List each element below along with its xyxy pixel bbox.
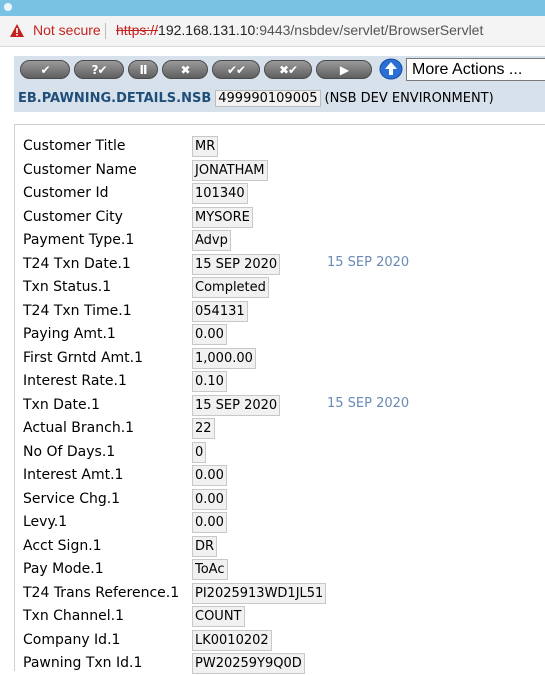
field-value[interactable]: 1,000.00 bbox=[192, 347, 256, 369]
field-label: T24 Txn Date.1 bbox=[23, 255, 131, 272]
field-row-pay-mode: Pay Mode.1 ToAc bbox=[15, 559, 545, 581]
field-row-first-grntd-amt: First Grntd Amt.1 1,000.00 bbox=[15, 347, 545, 370]
field-row-payment-type: Payment Type.1 Advp bbox=[15, 230, 545, 252]
contract-toolbar: ✔ ?✔ II ✖ ✔✔ ✖✔ ▶ More Actions ... EB.PA… bbox=[14, 56, 545, 112]
field-value[interactable]: 0.10 bbox=[192, 371, 227, 392]
field-label: Interest Rate.1 bbox=[23, 373, 127, 389]
field-row-txn-date: Txn Date.1 15 SEP 2020 15 SEP 2020 bbox=[15, 394, 545, 417]
validate-button[interactable]: ?✔ bbox=[74, 60, 124, 79]
authorise-button[interactable]: ✔✔ bbox=[212, 60, 260, 79]
delete-button[interactable]: ✖✔ bbox=[264, 60, 312, 79]
cancel-button[interactable]: ✖ bbox=[162, 60, 208, 79]
next-button[interactable]: ▶ bbox=[316, 60, 372, 79]
field-value[interactable]: 0.00 bbox=[192, 488, 227, 510]
field-row-acct-sign: Acct Sign.1 DR bbox=[15, 535, 545, 558]
field-enrichment: 15 SEP 2020 bbox=[327, 254, 410, 270]
field-label: Customer Id bbox=[23, 185, 109, 201]
field-value[interactable]: MYSORE bbox=[192, 206, 253, 228]
url-path: :9443/nsbdev/servlet/BrowserServlet bbox=[255, 22, 484, 38]
field-label: Interest Amt.1 bbox=[23, 467, 124, 483]
environment-label: (NSB DEV ENVIRONMENT) bbox=[324, 91, 494, 106]
field-value[interactable]: 22 bbox=[192, 418, 215, 439]
field-label: Service Chg.1 bbox=[23, 490, 121, 507]
field-value[interactable]: 0.00 bbox=[192, 465, 227, 486]
field-value[interactable]: JONATHAM bbox=[192, 159, 268, 181]
field-value[interactable]: 101340 bbox=[192, 183, 248, 204]
field-label: T24 Txn Time.1 bbox=[23, 302, 132, 319]
field-value[interactable]: ToAc bbox=[192, 559, 228, 580]
field-row-pawning-txn-id: Pawning Txn Id.1 PW20259Y9Q0D bbox=[15, 653, 545, 675]
field-label: Txn Date.1 bbox=[23, 396, 100, 413]
url-text[interactable]: https://192.168.131.10:9443/nsbdev/servl… bbox=[116, 22, 483, 38]
field-value[interactable]: 15 SEP 2020 bbox=[192, 394, 281, 416]
field-row-service-chg: Service Chg.1 0.00 bbox=[15, 488, 545, 511]
field-label: Customer City bbox=[23, 208, 123, 225]
field-value[interactable]: MR bbox=[192, 136, 219, 157]
field-row-paying-amt: Paying Amt.1 0.00 bbox=[15, 324, 545, 346]
url-scheme: https:// bbox=[116, 22, 159, 38]
field-label: Levy.1 bbox=[23, 514, 68, 530]
up-arrow-icon[interactable] bbox=[379, 58, 403, 80]
field-value[interactable]: Advp bbox=[192, 230, 231, 251]
hold-button[interactable]: II bbox=[128, 60, 158, 79]
field-label: Customer Name bbox=[23, 161, 137, 178]
address-bar[interactable]: Not secure https://192.168.131.10:9443/n… bbox=[0, 16, 545, 47]
record-title-bar: EB.PAWNING.DETAILS.NSB 499990109005 (NSB D… bbox=[18, 90, 494, 107]
field-row-t24-trans-reference: T24 Trans Reference.1 PI2025913WD1JL51 bbox=[15, 582, 545, 605]
field-label: Customer Title bbox=[23, 138, 126, 154]
field-label: Payment Type.1 bbox=[23, 232, 135, 248]
field-row-levy: Levy.1 0.00 bbox=[15, 512, 545, 534]
field-label: First Grntd Amt.1 bbox=[23, 349, 144, 366]
commit-button[interactable]: ✔ bbox=[20, 60, 70, 79]
field-value[interactable]: 054131 bbox=[192, 300, 248, 322]
address-separator bbox=[105, 23, 106, 39]
field-label: T24 Trans Reference.1 bbox=[23, 584, 180, 601]
field-label: No Of Days.1 bbox=[23, 443, 116, 460]
field-row-actual-branch: Actual Branch.1 22 bbox=[15, 418, 545, 440]
field-label: Pawning Txn Id.1 bbox=[23, 655, 143, 671]
field-value[interactable]: 0.00 bbox=[192, 324, 227, 345]
field-row-no-of-days: No Of Days.1 0 bbox=[15, 441, 545, 464]
field-value[interactable]: 0 bbox=[192, 441, 207, 463]
field-row-customer-title: Customer Title MR bbox=[15, 136, 545, 158]
field-enrichment: 15 SEP 2020 bbox=[327, 395, 410, 411]
field-label: Txn Channel.1 bbox=[23, 608, 124, 624]
field-label: Paying Amt.1 bbox=[23, 326, 116, 342]
window-app-icon bbox=[4, 3, 12, 11]
field-value[interactable]: LK0010202 bbox=[192, 629, 272, 651]
field-row-txn-status: Txn Status.1 Completed bbox=[15, 277, 545, 299]
field-value[interactable]: COUNT bbox=[192, 606, 245, 627]
field-value[interactable]: 0.00 bbox=[192, 512, 227, 533]
field-row-t24-txn-date: T24 Txn Date.1 15 SEP 2020 15 SEP 2020 bbox=[15, 253, 545, 276]
field-row-txn-channel: Txn Channel.1 COUNT bbox=[15, 606, 545, 628]
record-id-field[interactable]: 499990109005 bbox=[215, 90, 321, 107]
field-label: Acct Sign.1 bbox=[23, 537, 102, 554]
field-row-customer-city: Customer City MYSORE bbox=[15, 206, 545, 229]
field-value[interactable]: Completed bbox=[192, 277, 269, 298]
field-row-t24-txn-time: T24 Txn Time.1 054131 bbox=[15, 300, 545, 323]
field-row-interest-rate: Interest Rate.1 0.10 bbox=[15, 371, 545, 393]
field-value[interactable]: DR bbox=[192, 535, 218, 557]
window-title-strip bbox=[0, 0, 545, 16]
field-label: Actual Branch.1 bbox=[23, 420, 135, 436]
field-label: Txn Status.1 bbox=[23, 279, 112, 295]
field-value[interactable]: PW20259Y9Q0D bbox=[192, 653, 305, 674]
field-row-customer-name: Customer Name JONATHAM bbox=[15, 159, 545, 182]
more-actions-select[interactable]: More Actions ... bbox=[406, 58, 545, 81]
field-row-customer-id: Customer Id 101340 bbox=[15, 183, 545, 205]
warning-icon bbox=[10, 24, 24, 37]
field-row-interest-amt: Interest Amt.1 0.00 bbox=[15, 465, 545, 487]
field-value[interactable]: 15 SEP 2020 bbox=[192, 253, 281, 275]
url-host: 192.168.131.10 bbox=[158, 22, 256, 38]
record-form: Customer Title MR Customer Name JONATHAM… bbox=[14, 124, 545, 674]
field-value[interactable]: PI2025913WD1JL51 bbox=[192, 582, 327, 604]
field-row-company-id: Company Id.1 LK0010202 bbox=[15, 629, 545, 652]
field-label: Pay Mode.1 bbox=[23, 561, 104, 577]
application-name: EB.PAWNING.DETAILS.NSB bbox=[18, 91, 212, 106]
not-secure-label[interactable]: Not secure bbox=[33, 22, 101, 38]
field-label: Company Id.1 bbox=[23, 631, 121, 648]
